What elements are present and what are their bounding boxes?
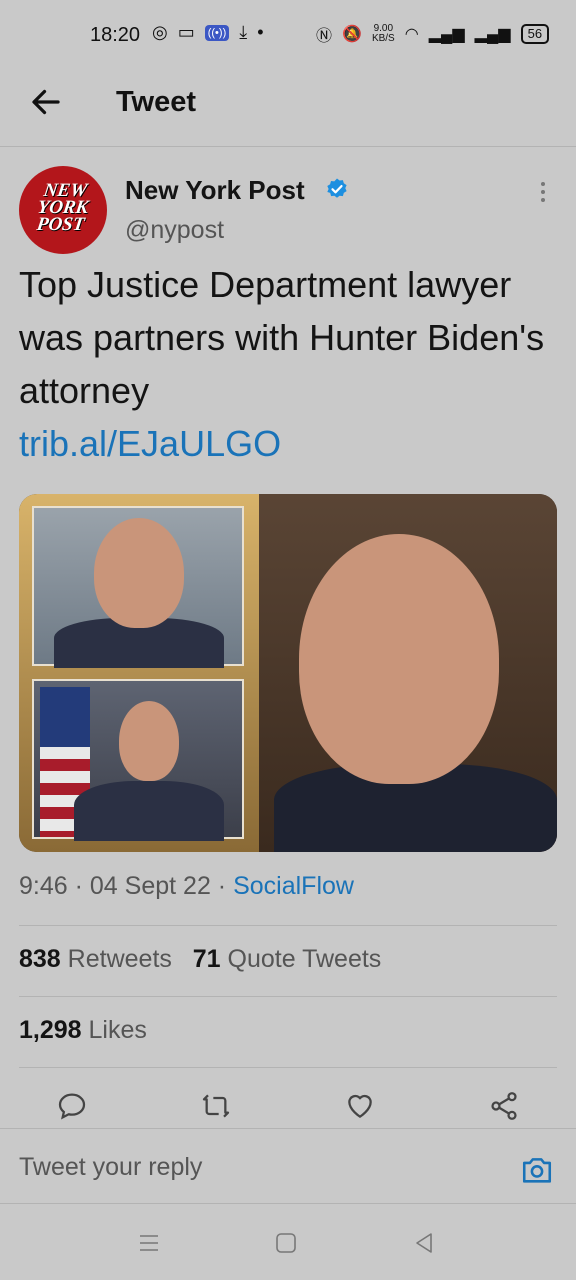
tweet-body: Top Justice Department lawyer was partne… — [19, 264, 545, 411]
likes-stats[interactable]: 1,298 Likes — [19, 1016, 147, 1045]
whatsapp-icon: ◎ — [152, 22, 168, 42]
tweet-link[interactable]: trib.al/EJaULGO — [19, 417, 559, 470]
net-speed-unit: KB/S — [371, 33, 395, 44]
nypost-logo: NEW YORK POST — [35, 180, 90, 235]
like-heart-icon[interactable] — [344, 1090, 376, 1122]
system-nav-bar — [0, 1203, 576, 1280]
likes-count: 1,298 — [19, 1016, 82, 1044]
inset-face — [119, 701, 179, 781]
wifi-icon: ◠ — [404, 26, 419, 43]
inset-face — [94, 518, 184, 628]
retweet-icon[interactable] — [200, 1090, 232, 1122]
battery-indicator: 56 — [520, 24, 550, 44]
app-header: Tweet — [0, 70, 576, 147]
nfc-icon: Ⓝ — [316, 28, 333, 45]
flag-canton — [40, 687, 90, 747]
inset-suit — [74, 781, 224, 841]
status-bar: 18:20 ◎ ▭ ((•)) ⤓ • Ⓝ 🔕 9.00 KB/S ◠ ▂▄▆ … — [0, 0, 576, 70]
author-name[interactable]: New York Post — [125, 175, 305, 206]
main-face — [299, 534, 499, 784]
tweet-text: Top Justice Department lawyer was partne… — [19, 258, 559, 470]
tweet-date: 04 Sept 22 — [89, 872, 211, 900]
retweet-stats: 838 Retweets 71 Quote Tweets — [19, 945, 381, 974]
menu-nav-icon[interactable] — [137, 1231, 161, 1255]
back-nav-icon[interactable] — [412, 1231, 436, 1255]
verified-badge-icon — [327, 178, 347, 198]
net-speed: 9.00 KB/S — [372, 24, 395, 44]
tweet-media-image[interactable] — [19, 494, 557, 852]
divider — [19, 1067, 557, 1068]
screen-icon: ▭ — [177, 22, 195, 42]
quotes-label: Quote Tweets — [227, 945, 382, 973]
signal-icon: ▂▄▆ — [428, 26, 465, 43]
divider — [19, 996, 557, 997]
dot-icon: • — [257, 22, 264, 42]
reply-bar[interactable]: Tweet your reply — [0, 1128, 576, 1204]
retweets-count: 838 — [19, 945, 61, 973]
tweet-source[interactable]: SocialFlow — [233, 872, 354, 900]
meta-separator: · — [74, 872, 83, 900]
back-arrow-icon[interactable] — [28, 84, 64, 120]
camera-icon[interactable] — [520, 1153, 554, 1187]
tweet-time: 9:46 — [19, 872, 68, 900]
retweets-label: Retweets — [67, 945, 172, 973]
avatar[interactable]: NEW YORK POST — [19, 166, 107, 254]
reply-input[interactable]: Tweet your reply — [19, 1153, 202, 1182]
status-time: 18:20 — [90, 24, 141, 46]
home-nav-icon[interactable] — [274, 1231, 298, 1255]
status-notifications: ◎ ▭ ((•)) ⤓ • — [152, 22, 264, 43]
signal2-icon: ▂▄▆ — [474, 26, 511, 43]
status-system-icons: Ⓝ 🔕 9.00 KB/S ◠ ▂▄▆ ▂▄▆ 56 — [316, 22, 550, 46]
hotspot-icon: ((•)) — [204, 24, 230, 41]
meta-separator: · — [217, 872, 227, 900]
more-options-icon[interactable] — [538, 180, 548, 204]
likes-label: Likes — [88, 1016, 147, 1044]
quotes-count: 71 — [192, 945, 221, 973]
media-inset-photo-bottom — [32, 679, 244, 841]
share-icon[interactable] — [488, 1090, 520, 1122]
reply-icon[interactable] — [56, 1090, 88, 1122]
author-handle[interactable]: @nypost — [125, 216, 224, 245]
divider — [19, 925, 557, 926]
retweets-link[interactable]: 838 Retweets — [19, 945, 172, 973]
media-inset-photo-top — [32, 506, 244, 668]
download-icon: ⤓ — [239, 22, 248, 42]
page-title: Tweet — [116, 86, 197, 118]
tweet-meta: 9:46 · 04 Sept 22 · SocialFlow — [19, 872, 354, 901]
quotes-link[interactable]: 71 Quote Tweets — [193, 945, 382, 973]
mute-icon: 🔕 — [342, 26, 362, 43]
